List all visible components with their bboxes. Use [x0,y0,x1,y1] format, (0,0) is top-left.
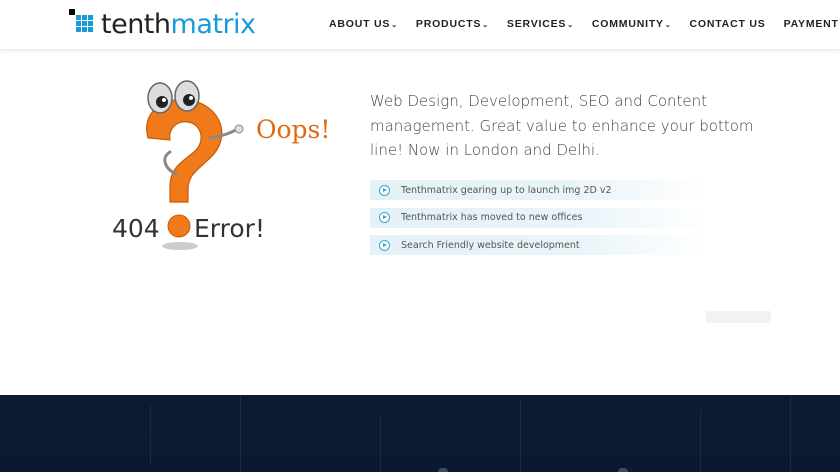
main-nav: ABOUT US ⌄ PRODUCTS ⌄ SERVICES ⌄ COMMUNITY ⌄… [329,18,840,30]
news-item[interactable]: Tenthmatrix has moved to new offices [370,207,710,228]
nav-services[interactable]: SERVICES ⌄ [507,18,574,30]
question-mark-icon [146,98,223,203]
nav-label: PAYMENT [783,18,839,30]
play-circle-icon [379,239,390,251]
ball-shape [167,214,191,238]
nav-payment[interactable]: PAYMENT⌄ [784,18,840,30]
nav-products[interactable]: PRODUCTS ⌄ [416,18,489,30]
error-404-illustration: Oops! 404 Error! [112,80,330,250]
logo-text-part1: tenth [101,8,171,40]
news-item-text: Search Friendly website development [401,239,580,251]
play-circle-icon [379,184,390,196]
news-list: Tenthmatrix gearing up to launch img 2D … [370,180,710,263]
error-label-text: Error! [194,214,265,243]
site-footer [0,395,840,472]
error-code-text: 404 [112,214,160,243]
nav-label: PRODUCTS [415,18,482,30]
nav-label: ABOUT US [329,18,391,30]
logo-text-part2: matrix [170,8,257,40]
footer-icon-partial [618,468,628,472]
shadow-shape [162,242,198,250]
placeholder-box [706,311,771,323]
chevron-down-icon: ⌄ [567,21,574,29]
news-item-text: Tenthmatrix has moved to new offices [401,212,583,223]
oops-text: Oops! [256,115,330,144]
nav-community[interactable]: COMMUNITY ⌄ [592,18,672,30]
logo-grid-icon [69,7,97,37]
chevron-down-icon: ⌄ [482,21,489,29]
news-item[interactable]: Search Friendly website development [370,235,710,255]
news-item[interactable]: Tenthmatrix gearing up to launch img 2D … [370,180,710,200]
nav-about-us[interactable]: ABOUT US ⌄ [329,18,398,30]
site-header: tenthmatrix ABOUT US ⌄ PRODUCTS ⌄ SERVICES… [0,0,840,49]
chevron-down-icon: ⌄ [664,21,672,29]
nav-contact-us[interactable]: CONTACT US [690,18,766,30]
logo[interactable]: tenthmatrix [69,6,256,38]
play-circle-icon [379,212,390,223]
nav-label: COMMUNITY [591,18,664,30]
hero-tagline: Web Design, Development, SEO and Content… [370,92,754,159]
footer-icon-partial [438,468,448,472]
logo-wordmark: tenthmatrix [101,11,256,38]
chevron-down-icon: ⌄ [391,21,398,29]
news-item-text: Tenthmatrix gearing up to launch img 2D … [401,184,612,196]
nav-label: SERVICES [506,18,567,30]
nav-label: CONTACT US [689,18,766,30]
